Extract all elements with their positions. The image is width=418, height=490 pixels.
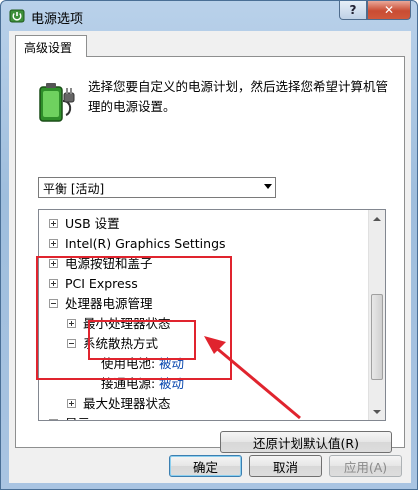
help-button[interactable]: ?	[339, 1, 367, 20]
ok-label: 确定	[192, 459, 218, 475]
apply-button[interactable]: 应用(A)	[329, 455, 402, 477]
tree-item-label: USB 设置	[65, 216, 120, 231]
tree-item-label: 最小处理器状态	[83, 316, 171, 331]
setting-label: 使用电池:	[101, 356, 156, 371]
tree-item-label: 处理器电源管理	[65, 296, 153, 311]
ok-button[interactable]: 确定	[169, 455, 242, 477]
power-plan-select[interactable]: 平衡 [活动]	[38, 177, 276, 198]
collapse-minus-icon[interactable]	[49, 299, 58, 308]
close-button[interactable]: ✕	[367, 1, 411, 20]
tree-item-label: 电源按钮和盖子	[65, 256, 153, 271]
close-icon: ✕	[383, 3, 395, 17]
restore-defaults-button[interactable]: 还原计划默认值(R)	[220, 431, 392, 453]
setting-value-link[interactable]: 被动	[159, 374, 184, 394]
tree-item-label: PCI Express	[65, 276, 138, 291]
tree-item-label: Intel(R) Graphics Settings	[65, 236, 226, 251]
power-options-window: 电源选项 ? ✕ 高级设置 选择您要自定义的电源计划，然后选择您希望计算机管理的…	[0, 0, 418, 490]
restore-defaults-label: 还原计划默认值(R)	[253, 435, 359, 451]
setting-value-link[interactable]: 被动	[159, 354, 184, 374]
expand-plus-icon[interactable]	[49, 239, 58, 248]
scroll-down-button[interactable]	[369, 403, 385, 420]
cancel-button[interactable]: 取消	[249, 455, 322, 477]
power-plan-value: 平衡 [活动]	[43, 182, 105, 196]
tree-item-label: 最大处理器状态	[83, 396, 171, 411]
expand-plus-icon[interactable]	[67, 399, 76, 408]
tree-item-label: 系统散热方式	[83, 336, 159, 351]
expand-plus-icon[interactable]	[49, 259, 58, 268]
power-settings-tree[interactable]: USB 设置 Intel(R) Graphics Settings 电源按钮和盖…	[38, 209, 386, 421]
chevron-down-icon	[264, 184, 272, 189]
arrow-down-icon	[373, 409, 381, 414]
advanced-settings-panel: 选择您要自定义的电源计划，然后选择您希望计算机管理的电源设置。 平衡 [活动] …	[15, 56, 405, 453]
tab-advanced-settings[interactable]: 高级设置	[15, 35, 87, 57]
title-bar[interactable]: 电源选项 ? ✕	[1, 1, 417, 31]
expand-plus-icon[interactable]	[67, 319, 76, 328]
expand-plus-icon[interactable]	[49, 219, 58, 228]
apply-label: 应用(A)	[343, 459, 388, 475]
dialog-client-area: 高级设置 选择您要自定义的电源计划，然后选择您希望计算机管理的电源设置。 平衡 …	[9, 31, 411, 483]
power-options-icon	[9, 9, 25, 23]
vertical-scrollbar[interactable]	[368, 210, 385, 420]
setting-label: 接通电源:	[101, 376, 156, 391]
expand-plus-icon[interactable]	[49, 279, 58, 288]
arrow-up-icon	[373, 216, 381, 221]
description-text: 选择您要自定义的电源计划，然后选择您希望计算机管理的电源设置。	[88, 79, 389, 114]
expand-plus-icon[interactable]	[49, 419, 58, 420]
window-title: 电源选项	[31, 12, 84, 27]
battery-plug-icon	[39, 83, 75, 122]
tab-label: 高级设置	[24, 41, 73, 55]
help-icon: ?	[349, 3, 357, 17]
collapse-minus-icon[interactable]	[67, 339, 76, 348]
scroll-up-button[interactable]	[369, 210, 385, 227]
tree-item-label: 显示	[65, 414, 90, 420]
cancel-label: 取消	[272, 459, 298, 475]
scrollbar-thumb[interactable]	[371, 294, 383, 380]
